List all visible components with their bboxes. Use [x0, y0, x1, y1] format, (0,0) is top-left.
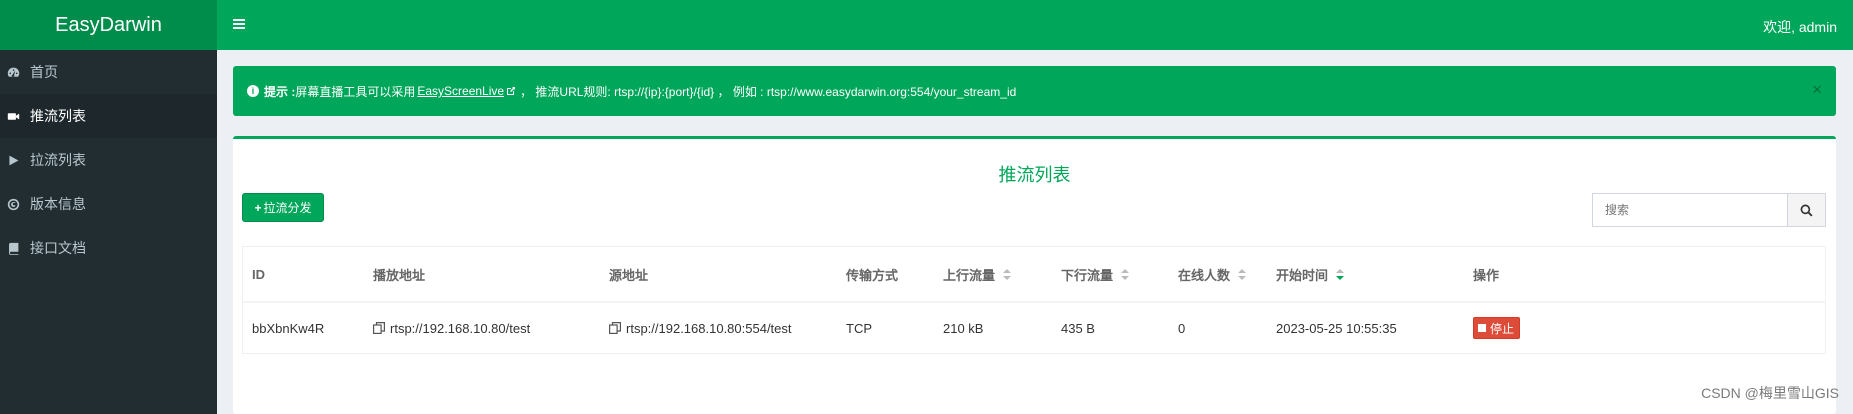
stop-icon: [1478, 324, 1486, 332]
header-upstream[interactable]: 上行流量: [943, 247, 1012, 301]
cell-play-url: rtsp://192.168.10.80/test: [373, 301, 530, 355]
header-actions: 操作: [1473, 267, 1500, 283]
header-transport: 传输方式: [846, 267, 899, 283]
cell-actions: 停止: [1473, 301, 1521, 355]
cell-source-url: rtsp://192.168.10.80:554/test: [609, 301, 792, 355]
cell-id: bbXbnKw4R: [252, 320, 325, 336]
alert-close-button[interactable]: ×: [1812, 80, 1822, 100]
sidebar-item-pull-list[interactable]: 拉流列表: [0, 138, 217, 182]
push-stream-table: ID 播放地址 源地址 传输方式 上行流量 下行流量 在线人数 开始时间 操作: [242, 246, 1826, 354]
stop-button[interactable]: 停止: [1473, 317, 1521, 339]
header-start-time[interactable]: 开始时间: [1276, 247, 1345, 301]
external-link-icon: [507, 87, 516, 95]
copy-icon[interactable]: [373, 322, 385, 334]
search-icon: [1800, 204, 1813, 217]
copy-icon[interactable]: [609, 322, 621, 334]
header-online-count[interactable]: 在线人数: [1178, 247, 1247, 301]
cell-upstream: 210 kB: [943, 320, 984, 336]
sidebar-item-home[interactable]: 首页: [0, 50, 217, 94]
header-play-url: 播放地址: [373, 267, 426, 283]
search-input[interactable]: [1592, 193, 1788, 227]
pull-distribute-button[interactable]: + 拉流分发: [242, 193, 324, 222]
alert-prefix: 提示 :: [264, 84, 296, 99]
push-list-panel: 推流列表 + 拉流分发 ID 播放地址 源地址 传输方式 上行流量 下行流量: [233, 136, 1836, 414]
sidebar-item-label: 版本信息: [30, 196, 86, 212]
user-welcome[interactable]: 欢迎, admin: [1763, 17, 1837, 37]
sidebar-item-label: 拉流列表: [30, 152, 86, 168]
search-button[interactable]: [1788, 193, 1826, 227]
cell-downstream: 435 B: [1061, 320, 1095, 336]
sidebar-item-api-docs[interactable]: 接口文档: [0, 226, 217, 270]
info-icon: i: [247, 85, 259, 97]
header-downstream[interactable]: 下行流量: [1061, 247, 1130, 301]
top-navbar: 欢迎, admin: [217, 0, 1853, 50]
alert-rule-text: ， 推流URL规则: rtsp://{ip}:{port}/{id} ， 例如 …: [520, 84, 1017, 99]
cell-online-count: 0: [1178, 320, 1186, 336]
sort-icon: [1238, 268, 1247, 280]
alert-text: 屏幕直播工具可以采用: [295, 84, 416, 99]
cell-start-time: 2023-05-25 10:55:35: [1276, 320, 1397, 336]
table-row: bbXbnKw4R rtsp://192.168.10.80/test rtsp…: [243, 301, 1825, 355]
app-logo[interactable]: EasyDarwin: [0, 0, 217, 50]
sidebar-item-label: 推流列表: [30, 108, 86, 124]
book-icon: [6, 241, 20, 255]
dashboard-icon: [6, 65, 20, 79]
play-icon: [6, 153, 20, 167]
sidebar-item-label: 接口文档: [30, 240, 86, 256]
page-title: 推流列表: [998, 165, 1071, 185]
copyright-icon: [6, 197, 20, 211]
sort-icon: [1003, 268, 1012, 280]
plus-icon: +: [254, 200, 262, 215]
menu-toggle-icon[interactable]: [233, 17, 247, 31]
sidebar: EasyDarwin 首页 推流列表 拉流列表 版本信息 接口文档: [0, 0, 217, 414]
easyscreenlive-link[interactable]: EasyScreenLive: [417, 84, 504, 98]
sidebar-item-push-list[interactable]: 推流列表: [0, 94, 217, 138]
csdn-watermark: CSDN @梅里雪山GIS: [1701, 385, 1839, 401]
info-alert: i 提示 : 屏幕直播工具可以采用 EasyScreenLive ， 推流URL…: [233, 66, 1836, 116]
header-source-url: 源地址: [609, 267, 649, 283]
sidebar-item-version[interactable]: 版本信息: [0, 182, 217, 226]
sort-icon: [1121, 268, 1130, 280]
cell-transport: TCP: [846, 320, 872, 336]
table-header-row: ID 播放地址 源地址 传输方式 上行流量 下行流量 在线人数 开始时间 操作: [243, 247, 1825, 303]
sort-desc-icon: [1336, 268, 1345, 280]
sidebar-item-label: 首页: [30, 64, 58, 80]
header-id: ID: [252, 266, 265, 282]
pull-distribute-label: 拉流分发: [263, 201, 312, 215]
search-group: [1592, 193, 1826, 227]
video-camera-icon: [6, 109, 20, 123]
